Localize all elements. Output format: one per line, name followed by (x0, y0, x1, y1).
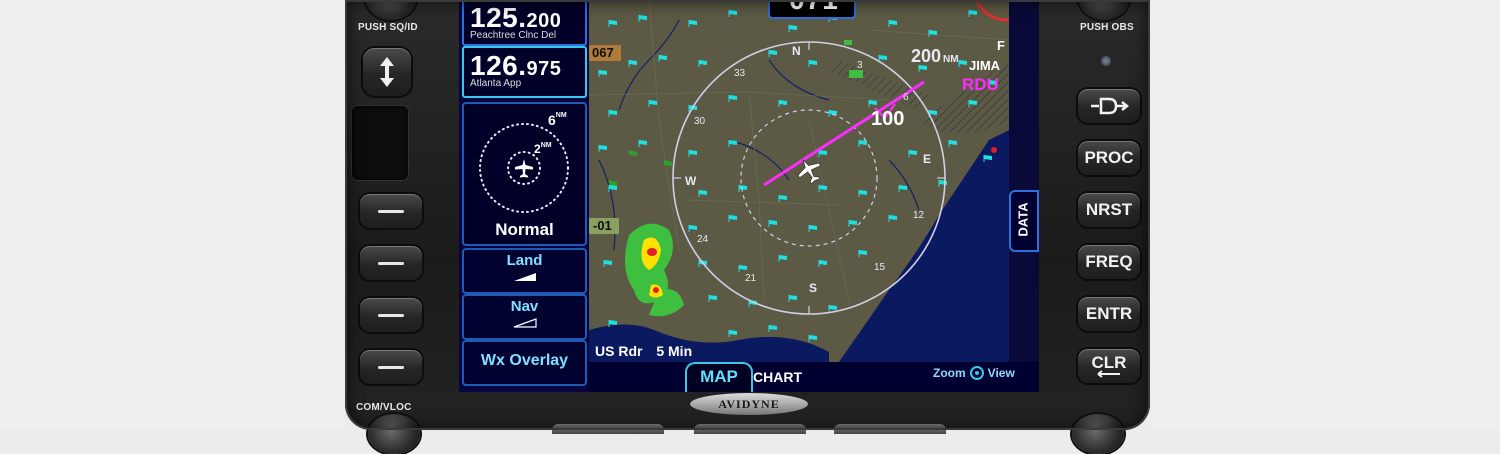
dash-icon (378, 261, 404, 265)
right-bottom-knob[interactable] (1072, 414, 1124, 454)
nav-label: Nav (510, 298, 539, 315)
dash-icon (378, 313, 404, 317)
left-soft-key-1[interactable] (360, 194, 422, 228)
right-top-knob-label: PUSH OBS (1080, 22, 1134, 33)
map-tab[interactable]: MAP (685, 362, 753, 392)
clr-label: CLR (1091, 352, 1127, 372)
proc-button[interactable]: PROC (1078, 141, 1140, 175)
traffic-outer-range: 6NM (548, 112, 567, 128)
background-left (0, 0, 345, 430)
back-arrow-icon (1097, 369, 1120, 378)
left-panel: 125.200 Peachtree Clnc Del 126.975 Atlan… (459, 0, 589, 392)
map-range-value: 200 (911, 46, 942, 66)
left-bottom-knob[interactable] (368, 414, 420, 454)
traffic-inner-range-unit: NM (540, 142, 552, 149)
compass-6: 6 (903, 92, 909, 103)
display-screen: 071 067 -01 200NM RDU F JIMA 100 N E S W… (459, 0, 1039, 392)
zoom-view-hint: Zoom View (933, 365, 1015, 381)
left-tag-bottom: -01 (593, 218, 612, 233)
compass-24: 24 (697, 234, 709, 245)
left-soft-key-2[interactable] (360, 246, 422, 280)
left-soft-key-3[interactable] (360, 298, 422, 332)
wx-overlay-tile[interactable]: Wx Overlay (462, 340, 587, 386)
left-soft-key-4[interactable] (360, 350, 422, 384)
bottom-bar: MAP CHART Zoom View (589, 362, 1039, 392)
status-led (1101, 56, 1111, 66)
airway-altitude-label: 100 (871, 108, 905, 130)
map-range-label: 200 NM (911, 46, 959, 67)
land-label: Land (506, 252, 543, 269)
compass-30: 30 (694, 116, 706, 127)
left-tag-top: 067 (592, 45, 614, 60)
standby-frequency-whole: 126. (470, 50, 527, 81)
dash-icon (378, 365, 404, 369)
fix-letter-label: F (997, 38, 1005, 53)
standby-frequency-decimal: 975 (526, 58, 562, 80)
entr-button[interactable]: ENTR (1078, 297, 1140, 331)
traffic-outer-range-unit: NM (555, 112, 567, 119)
radar-label: US Rdr (595, 343, 643, 359)
view-label: View (987, 366, 1015, 380)
traffic-tile[interactable]: 6NM 2NM Normal (462, 102, 587, 246)
standby-frequency-name: Atlanta App (470, 78, 522, 89)
radar-time: 5 Min (656, 343, 693, 359)
fix-jima-label: JIMA (969, 58, 1001, 73)
avidyne-logo: AVIDYNE (690, 393, 808, 415)
traffic-inner-range-value: 2 (534, 142, 541, 156)
nav-ramp-icon (513, 318, 537, 328)
compass-3: 3 (857, 60, 863, 71)
swap-arrows-icon (380, 57, 394, 87)
traffic-outer-range-value: 6 (548, 112, 556, 128)
compass-s: S (809, 281, 818, 295)
card-slot (352, 106, 408, 180)
swap-frequency-button[interactable] (363, 48, 411, 96)
standby-frequency[interactable]: 126.975 Atlanta App (462, 46, 587, 98)
active-frequency-whole: 125. (470, 2, 527, 33)
background-right (1150, 0, 1500, 430)
heading-readout: 071 (774, 0, 854, 16)
clr-button[interactable]: CLR (1078, 349, 1140, 383)
traffic-display (479, 123, 569, 213)
nrst-button[interactable]: NRST (1078, 193, 1140, 227)
chart-tab-label[interactable]: CHART (753, 369, 802, 385)
traffic-mode: Normal (495, 220, 554, 239)
compass-e: E (923, 152, 932, 166)
bottom-key-3[interactable] (834, 424, 946, 434)
moving-map[interactable]: 071 067 -01 200NM RDU F JIMA 100 N E S W… (589, 0, 1009, 362)
radar-source-label: US Rdr 5 Min (595, 343, 692, 359)
freq-button[interactable]: FREQ (1078, 245, 1140, 279)
land-tile[interactable]: Land (462, 248, 587, 294)
waypoint-rdu-label: RDU (962, 75, 999, 94)
bottom-key-2[interactable] (694, 424, 806, 434)
land-ramp-icon (513, 273, 536, 281)
data-tab[interactable]: DATA (1009, 190, 1039, 252)
direct-to-button[interactable] (1078, 89, 1140, 123)
active-frequency[interactable]: 125.200 Peachtree Clnc Del (462, 0, 587, 46)
map-range-unit: NM (943, 54, 959, 65)
active-frequency-name: Peachtree Clnc Del (470, 30, 557, 41)
active-frequency-decimal: 200 (526, 10, 562, 32)
compass-w: W (685, 174, 697, 188)
left-top-knob-label: PUSH SQ/ID (358, 22, 418, 33)
knob-icon (969, 366, 984, 380)
map-tab-label: MAP (700, 367, 738, 386)
bottom-key-1[interactable] (552, 424, 664, 434)
wx-overlay-label: Wx Overlay (480, 352, 569, 369)
compass-33: 33 (734, 68, 746, 79)
dash-icon (378, 209, 404, 213)
compass-21: 21 (745, 273, 757, 284)
traffic-inner-range: 2NM (534, 142, 552, 156)
nav-tile[interactable]: Nav (462, 294, 587, 340)
left-bottom-knob-label: COM/VLOC (356, 402, 412, 413)
direct-to-icon (1091, 97, 1129, 115)
compass-12: 12 (913, 210, 925, 221)
compass-15: 15 (874, 262, 886, 273)
zoom-label: Zoom (933, 366, 966, 380)
compass-n: N (792, 44, 801, 58)
data-tab-label: DATA (1015, 202, 1031, 237)
